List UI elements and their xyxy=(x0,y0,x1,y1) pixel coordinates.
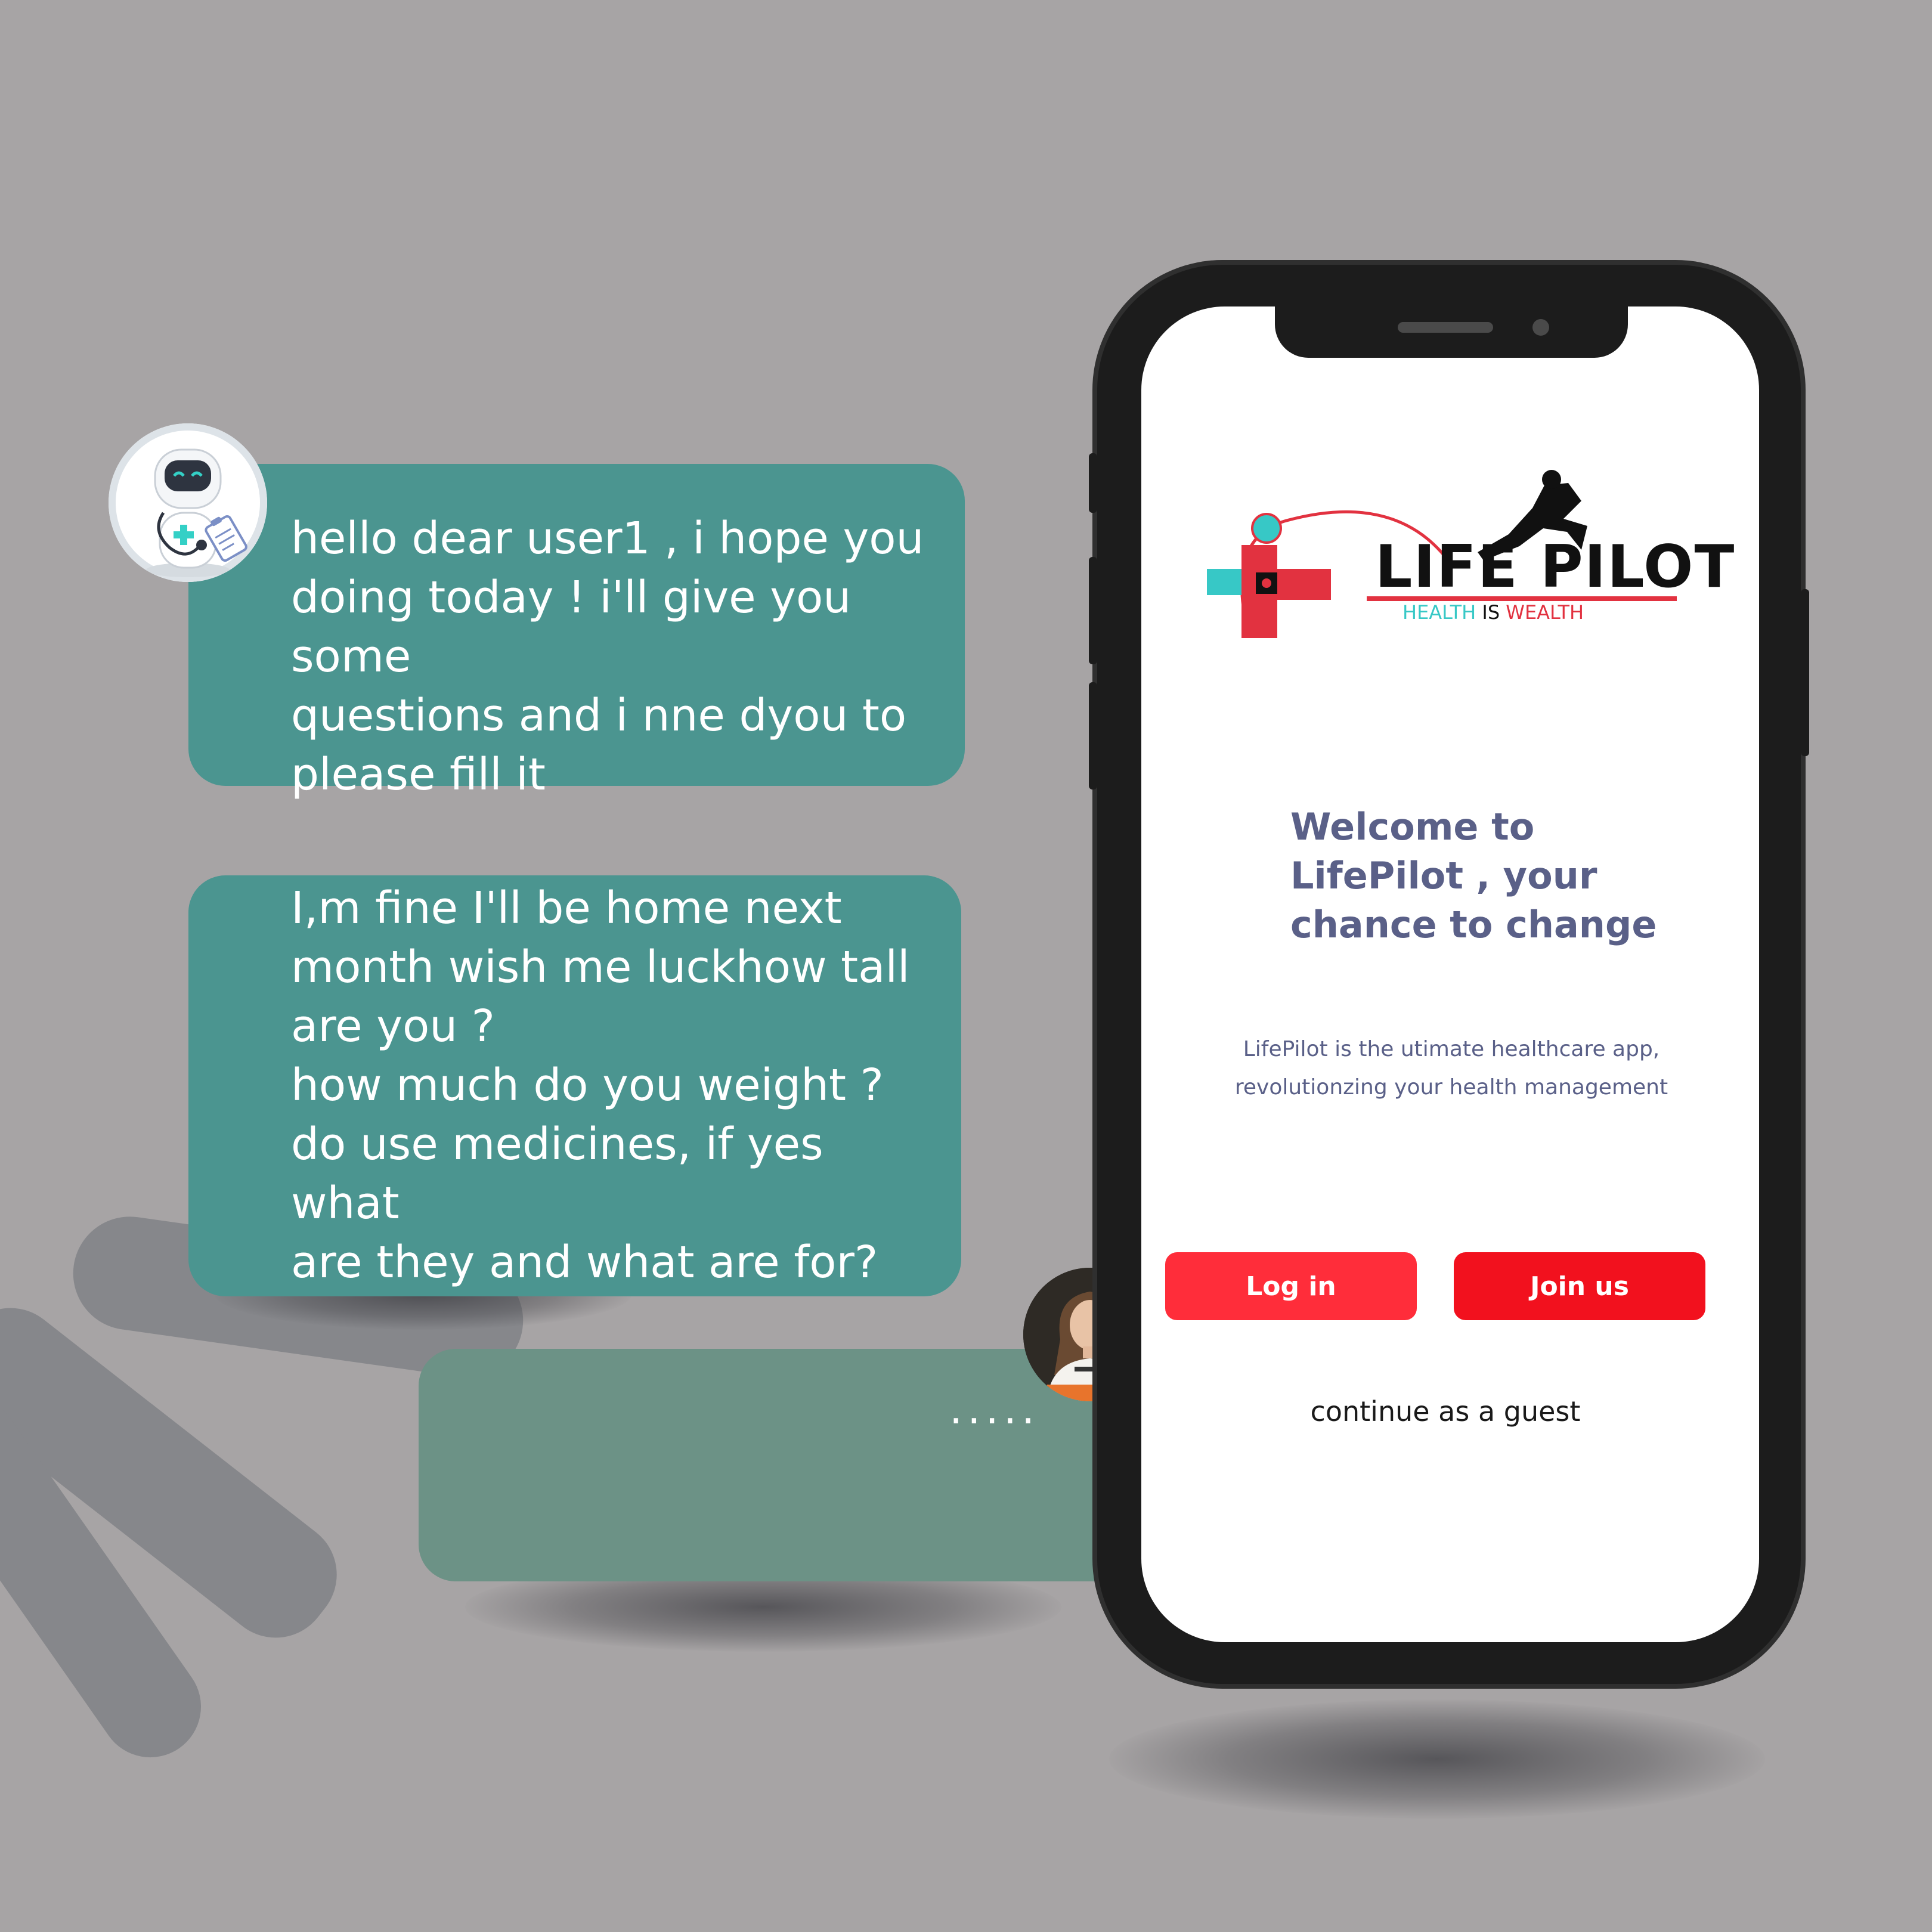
phone-shadow xyxy=(1109,1699,1765,1819)
phone-mockup: LIFE PILOT HEALTH IS WEALTH Welcome to L… xyxy=(1089,265,1809,1684)
bot-message-bubble: hello dear user1 , i hope you doing toda… xyxy=(188,464,965,800)
robot-doctor-icon xyxy=(109,423,267,582)
phone-side-button xyxy=(1801,589,1809,756)
phone-side-button xyxy=(1089,682,1097,789)
user-message-text: I,m fine I'll be home next month wish me… xyxy=(291,883,910,1288)
lifepilot-logo: LIFE PILOT HEALTH IS WEALTH xyxy=(1207,456,1734,670)
join-button[interactable]: Join us xyxy=(1454,1252,1705,1320)
phone-side-button xyxy=(1089,453,1097,513)
logo-title: LIFE PILOT xyxy=(1375,533,1736,601)
continue-as-guest-link[interactable]: continue as a guest xyxy=(1231,1395,1660,1428)
phone-screen: LIFE PILOT HEALTH IS WEALTH Welcome to L… xyxy=(1141,306,1759,1642)
logo-underline xyxy=(1367,596,1677,601)
bot-message-text: hello dear user1 , i hope you doing toda… xyxy=(291,513,924,800)
speaker-grille xyxy=(1398,322,1493,333)
login-button[interactable]: Log in xyxy=(1165,1252,1417,1320)
user-message-bubble: I,m fine I'll be home next month wish me… xyxy=(188,875,961,1296)
front-camera xyxy=(1532,319,1549,336)
typing-indicator: ..... xyxy=(949,1385,1040,1433)
tagline-health: HEALTH xyxy=(1402,601,1476,624)
tagline-wealth: WEALTH xyxy=(1506,601,1584,624)
phone-side-button xyxy=(1089,557,1097,664)
app-description: LifePilot is the utimate healthcare app,… xyxy=(1234,1037,1668,1100)
welcome-title: Welcome to LifePilot , your chance to ch… xyxy=(1290,805,1657,946)
phone-notch xyxy=(1275,306,1628,358)
logo-tagline: HEALTH IS WEALTH xyxy=(1402,601,1584,624)
tagline-is: IS xyxy=(1482,601,1500,624)
